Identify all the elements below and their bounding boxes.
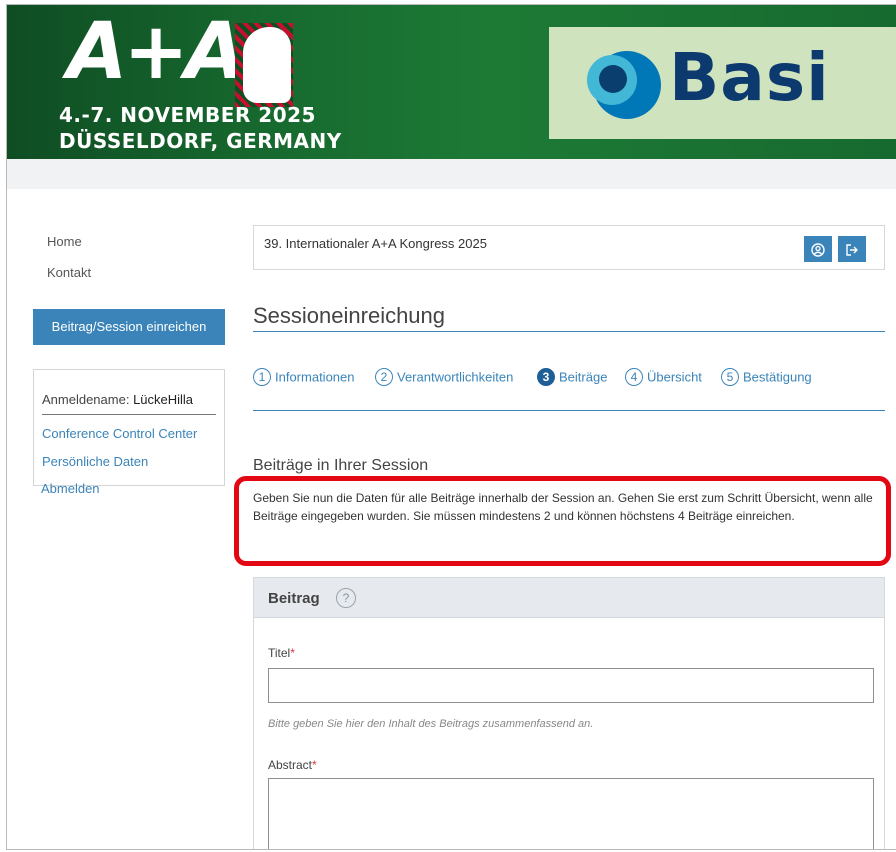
- conference-title: 39. Internationaler A+A Kongress 2025: [264, 236, 487, 251]
- section-title: Beiträge in Ihrer Session: [253, 457, 429, 474]
- step-label: Verantwortlichkeiten: [397, 369, 514, 385]
- event-location: DÜSSELDORF, GERMANY: [59, 129, 342, 153]
- required-marker: *: [312, 758, 317, 772]
- sponsor-drop-icon: [587, 51, 661, 119]
- user-panel-divider: [42, 414, 216, 415]
- step-label: Beiträge: [559, 369, 608, 385]
- submit-session-button[interactable]: Beitrag/Session einreichen: [33, 309, 225, 345]
- abstract-label-text: Abstract: [268, 758, 313, 772]
- user-panel: Anmeldename: LückeHilla Conference Contr…: [33, 369, 225, 486]
- header-divider-strip: [7, 159, 896, 189]
- browser-frame: A+A 4.-7. NOVEMBER 2025 DÜSSELDORF, GERM…: [6, 4, 896, 850]
- contribution-card: Beitrag ? Titel* Bitte geben Sie hier de…: [253, 577, 885, 849]
- step-number: 5: [721, 368, 739, 386]
- login-name-value: LückeHilla: [133, 392, 194, 407]
- event-date: 4.-7. NOVEMBER 2025: [59, 103, 316, 127]
- profile-button[interactable]: [804, 236, 832, 262]
- step-number: 2: [375, 368, 393, 386]
- title-divider: [253, 331, 885, 332]
- card-title: Beitrag: [268, 590, 320, 607]
- conference-control-center-link[interactable]: Conference Control Center: [42, 426, 197, 441]
- nav-kontakt-link[interactable]: Kontakt: [47, 265, 91, 280]
- step-number-active: 3: [537, 368, 555, 386]
- steps-divider: [253, 410, 885, 411]
- title-input[interactable]: [268, 668, 874, 703]
- step-beitraege[interactable]: 3 Beiträge: [537, 368, 607, 386]
- step-verantwortlichkeiten[interactable]: 2 Verantwortlichkeiten: [375, 368, 513, 386]
- head-silhouette: [243, 27, 291, 103]
- step-label: Bestätigung: [743, 369, 812, 385]
- title-field-label: Titel*: [268, 646, 295, 660]
- nav-home-link[interactable]: Home: [47, 234, 82, 249]
- page-title: Sessioneinreichung: [253, 303, 446, 328]
- logo-text: A+A: [67, 7, 245, 97]
- abstract-textarea[interactable]: [268, 778, 874, 849]
- login-name-label: Anmeldename:: [42, 392, 134, 407]
- login-name: Anmeldename: LückeHilla: [42, 392, 193, 407]
- step-label: Übersicht: [647, 369, 702, 385]
- logout-button[interactable]: [838, 236, 866, 262]
- required-marker: *: [290, 646, 295, 660]
- sign-out-icon: [846, 243, 858, 256]
- abstract-field-label: Abstract*: [268, 758, 317, 772]
- highlight-annotation: [234, 476, 891, 566]
- step-informationen[interactable]: 1 Informationen: [253, 368, 355, 386]
- sponsor-logo[interactable]: Basi: [549, 27, 896, 139]
- conference-bar: 39. Internationaler A+A Kongress 2025: [253, 225, 885, 270]
- card-header: Beitrag ?: [254, 578, 884, 618]
- step-number: 4: [625, 368, 643, 386]
- user-circle-icon: [811, 242, 825, 257]
- title-hint: Bitte geben Sie hier den Inhalt des Beit…: [268, 718, 594, 730]
- aa-logo[interactable]: A+A: [67, 13, 307, 107]
- sponsor-name: Basi: [669, 39, 830, 116]
- logout-link[interactable]: Abmelden: [41, 481, 100, 496]
- step-label: Informationen: [275, 369, 355, 385]
- help-icon[interactable]: ?: [336, 588, 356, 608]
- title-label-text: Titel: [268, 646, 291, 660]
- step-bestaetigung[interactable]: 5 Bestätigung: [721, 368, 812, 386]
- header-banner: A+A 4.-7. NOVEMBER 2025 DÜSSELDORF, GERM…: [7, 5, 896, 159]
- step-number: 1: [253, 368, 271, 386]
- personal-data-link[interactable]: Persönliche Daten: [42, 454, 148, 469]
- step-uebersicht[interactable]: 4 Übersicht: [625, 368, 702, 386]
